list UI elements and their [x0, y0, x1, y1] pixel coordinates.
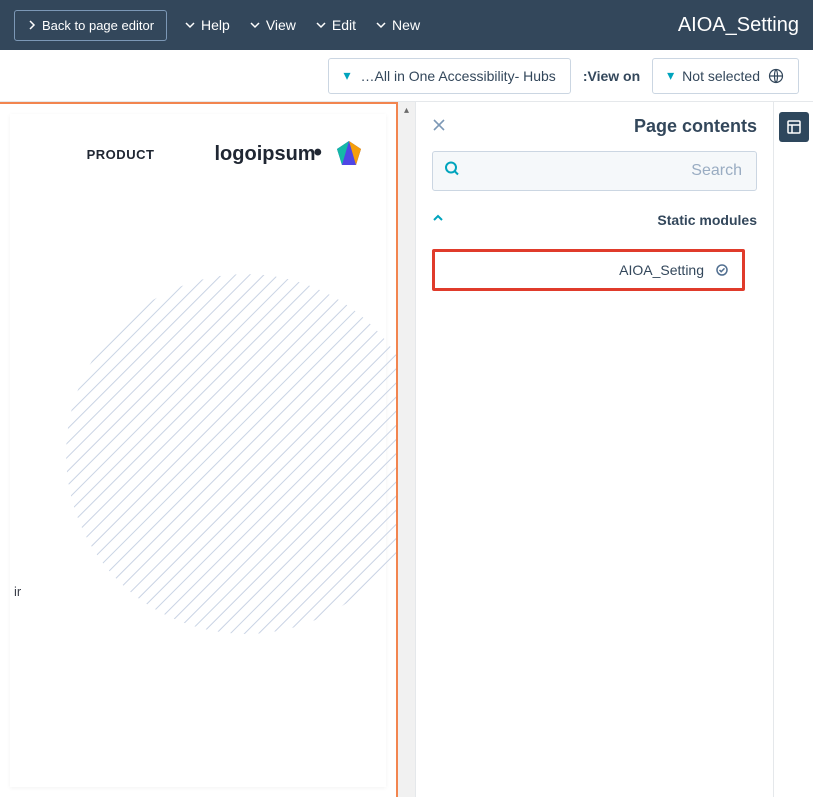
- module-aioa-setting[interactable]: AIOA_Setting: [432, 249, 745, 291]
- stray-text: ir: [14, 584, 21, 599]
- content-area: Page contents Static modules AIOA_Settin…: [0, 102, 813, 797]
- chevron-down-icon: [316, 20, 326, 30]
- globe-icon: [768, 68, 784, 84]
- chevron-down-icon: [185, 20, 195, 30]
- chevron-right-icon: [27, 19, 36, 31]
- sidebar-rail: [773, 102, 813, 797]
- static-modules-section[interactable]: Static modules: [432, 205, 757, 235]
- page-contents-panel: Page contents Static modules AIOA_Settin…: [415, 102, 773, 797]
- page-preview[interactable]: •logoipsum PRODUCT: [0, 102, 398, 797]
- scroll-track[interactable]: [398, 119, 415, 797]
- search-wrap: [432, 151, 757, 191]
- contents-tab-button[interactable]: [779, 112, 809, 142]
- menu-new[interactable]: New: [376, 17, 420, 33]
- scrollbar[interactable]: ▴: [398, 102, 415, 797]
- chevron-down-icon: [376, 20, 386, 30]
- chevron-down-icon: [250, 20, 260, 30]
- menu-edit-label: Edit: [332, 17, 356, 33]
- view-on-select[interactable]: All in One Accessibility- Hubs… ▾: [328, 58, 570, 94]
- menu-view[interactable]: View: [250, 17, 296, 33]
- page-inner: •logoipsum PRODUCT: [10, 114, 386, 787]
- hero-graphic: [66, 274, 398, 634]
- view-on-label: View on:: [583, 68, 640, 84]
- module-label: AIOA_Setting: [619, 262, 704, 278]
- caret-down-icon: ▾: [667, 67, 674, 84]
- page-header: •logoipsum PRODUCT: [10, 114, 386, 194]
- toolbar: Not selected ▾ View on: All in One Acces…: [0, 50, 813, 102]
- canvas: ▴ •logoipsum: [0, 102, 415, 797]
- back-button[interactable]: Back to page editor: [14, 10, 167, 41]
- menu-edit[interactable]: Edit: [316, 17, 356, 33]
- menu-view-label: View: [266, 17, 296, 33]
- search-icon: [444, 161, 460, 182]
- segment-button[interactable]: Not selected ▾: [652, 58, 799, 94]
- chevron-up-icon: [432, 211, 444, 229]
- menu-help-label: Help: [201, 17, 230, 33]
- panel-header: Page contents: [432, 116, 757, 137]
- section-title: Static modules: [657, 212, 757, 228]
- caret-down-icon: ▾: [343, 67, 350, 84]
- search-input[interactable]: [432, 151, 757, 191]
- scroll-up-arrow-icon[interactable]: ▴: [398, 102, 415, 119]
- back-button-label: Back to page editor: [42, 18, 154, 33]
- module-icon: [714, 262, 730, 278]
- layout-icon: [786, 119, 802, 135]
- logo-text: •logoipsum: [214, 143, 324, 166]
- top-bar: AIOA_Setting New Edit View Help Back to …: [0, 0, 813, 50]
- close-button[interactable]: [432, 116, 446, 137]
- nav-product[interactable]: PRODUCT: [87, 147, 155, 162]
- top-menu: New Edit View Help: [185, 17, 420, 33]
- segment-button-label: Not selected: [682, 68, 760, 84]
- logo-mark-icon: [334, 139, 364, 169]
- view-on-value: All in One Accessibility- Hubs…: [361, 68, 556, 84]
- page-title: AIOA_Setting: [678, 14, 799, 37]
- close-icon: [432, 118, 446, 132]
- menu-new-label: New: [392, 17, 420, 33]
- menu-help[interactable]: Help: [185, 17, 230, 33]
- logo[interactable]: •logoipsum: [214, 139, 364, 169]
- panel-title: Page contents: [634, 116, 757, 137]
